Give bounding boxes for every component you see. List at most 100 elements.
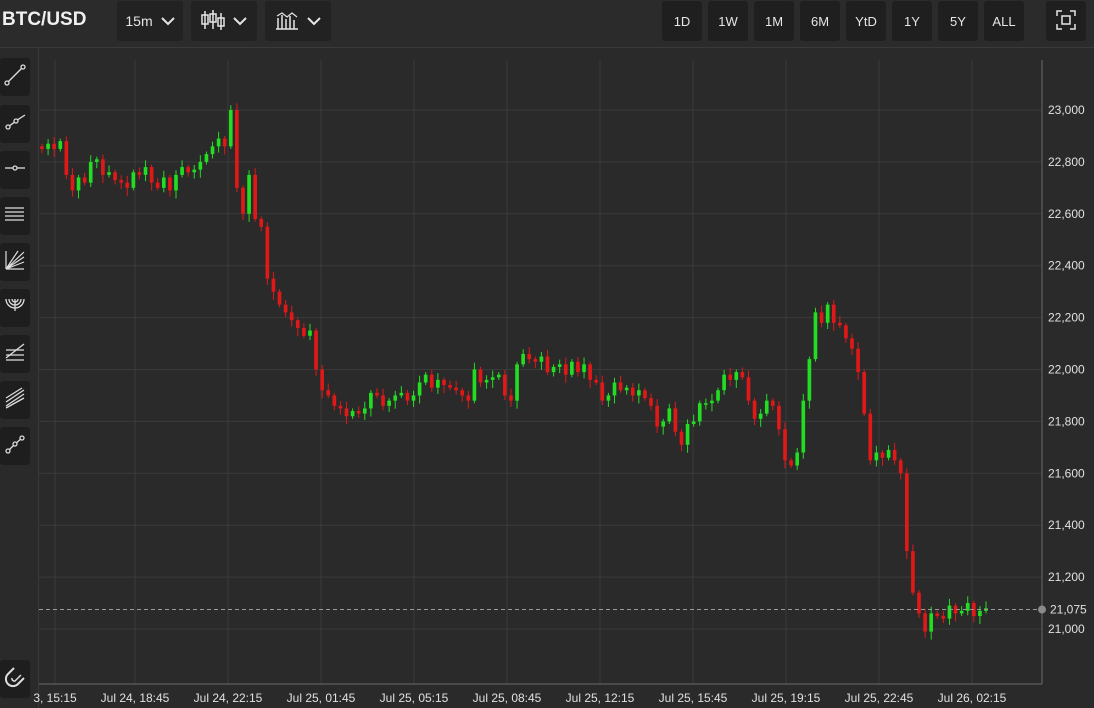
candle-body bbox=[959, 610, 964, 614]
candle-body bbox=[521, 353, 525, 365]
candle-body bbox=[624, 387, 629, 391]
candle-body bbox=[752, 400, 757, 419]
candle-body bbox=[734, 372, 739, 380]
candle-body bbox=[204, 154, 209, 162]
candle-body bbox=[868, 413, 873, 461]
candle-body bbox=[509, 395, 513, 401]
candle-body bbox=[448, 385, 452, 388]
candle-body bbox=[235, 110, 239, 188]
candle-body bbox=[704, 403, 708, 405]
candle-body bbox=[308, 330, 312, 336]
candle-body bbox=[326, 390, 331, 396]
candle-body bbox=[655, 405, 659, 427]
candle-body bbox=[125, 182, 130, 188]
price-axis-labels: 23,000 22,800 22,600 22,400 22,200 22,000 21,8… bbox=[1048, 103, 1085, 636]
candle-body bbox=[917, 592, 921, 614]
candle-body bbox=[113, 172, 117, 181]
candle-body bbox=[82, 177, 87, 183]
time-tick-label: 3, 15:15 bbox=[33, 691, 77, 705]
candle-body bbox=[673, 408, 678, 432]
candle-body bbox=[186, 167, 190, 173]
candle-body bbox=[795, 452, 800, 466]
candle-body bbox=[746, 377, 751, 401]
candle-body bbox=[283, 304, 288, 313]
candle-body bbox=[411, 395, 416, 401]
candle-body bbox=[289, 312, 294, 321]
candle-body bbox=[697, 403, 702, 422]
candle-body bbox=[277, 291, 282, 305]
candle-body bbox=[119, 180, 124, 183]
candle-body bbox=[533, 359, 538, 362]
time-tick-label: Jul 25, 08:45 bbox=[473, 691, 542, 705]
candle-body bbox=[783, 429, 787, 461]
candle-body bbox=[64, 141, 69, 175]
candle-body bbox=[490, 377, 495, 380]
candle-body bbox=[618, 382, 623, 391]
candle-body bbox=[228, 110, 233, 147]
candle-body bbox=[679, 431, 684, 445]
candle-body bbox=[198, 161, 203, 170]
candle-body bbox=[356, 411, 361, 414]
candle-body bbox=[143, 167, 148, 175]
candle-body bbox=[898, 460, 903, 474]
price-tick-label: 21,400 bbox=[1048, 518, 1085, 532]
candle-body bbox=[582, 364, 586, 373]
candle-body bbox=[70, 174, 75, 191]
price-tick-label: 21,800 bbox=[1048, 414, 1085, 428]
candle-body bbox=[515, 364, 519, 401]
candle-body bbox=[137, 172, 142, 175]
candle-body bbox=[539, 356, 544, 362]
candle-body bbox=[107, 172, 111, 175]
candle-body bbox=[503, 374, 507, 396]
candle-body bbox=[643, 390, 647, 399]
candle-body bbox=[850, 338, 854, 349]
candle-body bbox=[94, 159, 99, 162]
candle-body bbox=[393, 395, 398, 401]
candle-body bbox=[369, 392, 373, 409]
candle-body bbox=[484, 379, 489, 383]
candle-body bbox=[429, 374, 434, 388]
candle-body bbox=[551, 366, 556, 373]
candle-body bbox=[947, 605, 952, 619]
candle-body bbox=[545, 356, 550, 373]
time-tick-label: Jul 26, 02:15 bbox=[938, 691, 1007, 705]
time-tick-label: Jul 24, 22:15 bbox=[194, 691, 263, 705]
candle-body bbox=[241, 187, 245, 214]
candle-body bbox=[253, 174, 257, 219]
candle-body bbox=[381, 395, 385, 406]
candle-body bbox=[180, 167, 184, 175]
candle-body bbox=[563, 364, 568, 375]
candle-body bbox=[436, 379, 440, 388]
candle-body bbox=[314, 330, 318, 370]
candle-body bbox=[76, 177, 81, 191]
candle-body bbox=[813, 312, 818, 360]
candle-body bbox=[442, 379, 446, 386]
candle-body bbox=[935, 613, 940, 617]
candle-body bbox=[58, 141, 63, 149]
candle-body bbox=[588, 364, 592, 380]
candle-body bbox=[131, 172, 136, 188]
candles bbox=[40, 103, 988, 640]
candle-body bbox=[789, 460, 793, 466]
candle-body bbox=[405, 392, 410, 401]
candle-body bbox=[557, 364, 562, 367]
candle-body bbox=[295, 320, 300, 328]
time-tick-label: Jul 25, 15:45 bbox=[659, 691, 728, 705]
candle-body bbox=[764, 400, 769, 414]
candle-body bbox=[265, 226, 270, 279]
candle-body bbox=[856, 348, 860, 373]
candle-body bbox=[771, 400, 775, 406]
time-tick-label: Jul 25, 19:15 bbox=[752, 691, 821, 705]
candle-body bbox=[728, 374, 733, 380]
candle-body bbox=[149, 167, 154, 183]
candle-body bbox=[807, 359, 812, 401]
candle-body bbox=[941, 616, 946, 619]
candle-body bbox=[923, 613, 927, 632]
candle-body bbox=[880, 452, 885, 458]
candle-body bbox=[862, 372, 867, 414]
candle-body bbox=[594, 379, 599, 383]
candle-body bbox=[46, 143, 50, 149]
price-tick-label: 22,200 bbox=[1048, 311, 1085, 325]
candle-body bbox=[460, 390, 465, 396]
price-chart[interactable]: 21,075 23,000 22,800 22,600 22,400 22,200 22,… bbox=[0, 0, 1094, 708]
